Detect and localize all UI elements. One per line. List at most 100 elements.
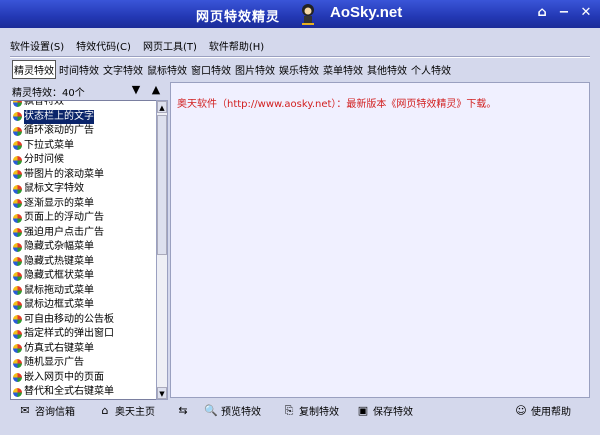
- list-item-label: 鼠标边框式菜单: [24, 299, 94, 310]
- menu-web-tools[interactable]: 网页工具(T): [143, 38, 197, 53]
- effect-ball-icon: [13, 358, 22, 368]
- list-item[interactable]: 强迫用户点击广告: [11, 226, 156, 241]
- menu-bar: 软件设置(S) 特效代码(C) 网页工具(T) 软件帮助(H): [10, 34, 590, 56]
- list-item-label: 指定样式的弹出窗口: [24, 328, 114, 339]
- minimize-button[interactable]: −: [556, 5, 572, 21]
- effect-count: 精灵特效：40个: [12, 88, 85, 99]
- help-icon: ☺: [515, 404, 527, 417]
- tab-bar: 精灵特效 时间特效 文字特效 鼠标特效 窗口特效 图片特效 娱乐特效 菜单特效 …: [12, 59, 454, 79]
- brand-logo: AoSky.net: [330, 4, 403, 21]
- effect-ball-icon: [13, 101, 22, 107]
- effect-ball-icon: [13, 257, 22, 267]
- effect-list[interactable]: 飘香特效状态栏上的文字 循环滚动的广告 下拉式菜单 分时问候带图片的滚动菜单 鼠标文字特…: [10, 100, 157, 400]
- effect-ball-icon: [13, 271, 22, 281]
- list-item-label: 嵌入网页中的页面: [24, 371, 104, 383]
- tab-menu-effects[interactable]: 菜单特效: [322, 61, 364, 78]
- save-button[interactable]: ▣ 保存特效: [356, 403, 413, 418]
- list-item[interactable]: 鼠标边框式菜单: [11, 298, 156, 313]
- list-item-label: 鼠标文字特效: [24, 183, 84, 194]
- menu-settings[interactable]: 软件设置(S): [10, 38, 64, 53]
- tab-time-effects[interactable]: 时间特效: [58, 61, 100, 78]
- scroll-up-button[interactable]: ▲: [157, 101, 167, 113]
- list-item-label: 随机显示广告: [24, 357, 84, 368]
- arrow-down-icon[interactable]: ▼: [130, 84, 142, 96]
- list-item[interactable]: 隐藏式杂幅菜单: [11, 240, 156, 255]
- list-item[interactable]: 隐藏式框状菜单: [11, 269, 156, 284]
- help-button[interactable]: ☺ 使用帮助: [514, 403, 571, 418]
- effect-ball-icon: [13, 315, 22, 325]
- list-item[interactable]: 页面上的浮动广告: [11, 211, 156, 226]
- list-item-label: 分时问候: [24, 154, 64, 165]
- list-item-label: 飘香特效: [24, 100, 64, 107]
- effect-ball-icon: [13, 112, 22, 122]
- list-item[interactable]: 状态栏上的文字: [11, 109, 156, 124]
- list-item[interactable]: 带图片的滚动菜单: [11, 168, 156, 183]
- effect-ball-icon: [13, 300, 22, 310]
- window-title: 网页特效精灵: [196, 10, 281, 25]
- preview-icon: 🔍: [204, 404, 218, 417]
- title-bar: 网页特效精灵 AoSky.net ⌂ − ✕: [0, 0, 600, 28]
- effect-ball-icon: [13, 286, 22, 296]
- toggle-panel-button[interactable]: ⇆: [176, 403, 190, 417]
- tab-personal-effects[interactable]: 个人特效: [410, 61, 452, 78]
- arrow-up-icon[interactable]: ▲: [150, 84, 162, 96]
- preview-label: 预览特效: [221, 407, 261, 418]
- list-item-label: 状态栏上的文字: [24, 109, 94, 124]
- tab-fun-effects[interactable]: 娱乐特效: [278, 61, 320, 78]
- list-item[interactable]: 替代和全式右键菜单: [11, 385, 156, 399]
- list-item[interactable]: 仿真式右键菜单: [11, 342, 156, 357]
- effect-ball-icon: [13, 329, 22, 339]
- list-item-label: 仿真式右键菜单: [24, 342, 94, 354]
- list-item-label: 页面上的浮动广告: [24, 212, 104, 223]
- mail-icon: ✉: [20, 404, 30, 417]
- effect-ball-icon: [13, 242, 22, 252]
- menu-effect-code[interactable]: 特效代码(C): [76, 38, 131, 53]
- list-item[interactable]: 指定样式的弹出窗口: [11, 327, 156, 342]
- list-item[interactable]: 可自由移动的公告板: [11, 313, 156, 328]
- list-item[interactable]: 下拉式菜单: [11, 139, 156, 154]
- effect-ball-icon: [13, 155, 22, 165]
- list-item[interactable]: 分时问候: [11, 153, 156, 168]
- home-icon[interactable]: ⌂: [534, 5, 550, 21]
- list-item-label: 逐渐显示的菜单: [24, 197, 94, 209]
- scroll-thumb[interactable]: [157, 115, 167, 255]
- list-item-label: 隐藏式杂幅菜单: [24, 241, 94, 252]
- tab-text-effects[interactable]: 文字特效: [102, 61, 144, 78]
- list-item[interactable]: 循环滚动的广告: [11, 124, 156, 139]
- effect-ball-icon: [13, 170, 22, 180]
- menu-help[interactable]: 软件帮助(H): [209, 38, 264, 53]
- effect-ball-icon: [13, 199, 22, 209]
- tab-sprite-effects[interactable]: 精灵特效: [12, 59, 56, 79]
- content-message: 奥天软件（http://www.aosky.net）：最新版本《网页特效精灵》下…: [177, 99, 497, 110]
- house-icon: ⌂: [101, 404, 109, 417]
- list-item-label: 隐藏式框状菜单: [24, 270, 94, 281]
- list-item-label: 鼠标拖动式菜单: [24, 284, 94, 296]
- list-item[interactable]: 鼠标文字特效: [11, 182, 156, 197]
- tab-other-effects[interactable]: 其他特效: [366, 61, 408, 78]
- list-scrollbar[interactable]: ▲ ▼: [156, 100, 168, 400]
- list-item-label: 可自由移动的公告板: [24, 313, 114, 325]
- list-header: 精灵特效：40个 ▼ ▲: [10, 82, 168, 100]
- effect-ball-icon: [13, 387, 22, 397]
- scroll-down-button[interactable]: ▼: [157, 387, 167, 399]
- tab-mouse-effects[interactable]: 鼠标特效: [146, 61, 188, 78]
- preview-button[interactable]: 🔍 预览特效: [204, 403, 261, 418]
- tab-window-effects[interactable]: 窗口特效: [190, 61, 232, 78]
- list-item[interactable]: 随机显示广告: [11, 356, 156, 371]
- mail-button[interactable]: ✉ 咨询信箱: [18, 403, 75, 418]
- effect-ball-icon: [13, 228, 22, 238]
- preview-area: 奥天软件（http://www.aosky.net）：最新版本《网页特效精灵》下…: [170, 82, 590, 398]
- list-item[interactable]: 鼠标拖动式菜单: [11, 284, 156, 299]
- copy-icon: ⎘: [284, 403, 294, 417]
- tab-image-effects[interactable]: 图片特效: [234, 61, 276, 78]
- bottom-toolbar: ✉ 咨询信箱 ⌂ 奥天主页 ⇆ 🔍 预览特效 ⎘ 复制特效 ▣ 保存特效 ☺ 使…: [10, 400, 590, 422]
- list-item[interactable]: 逐渐显示的菜单: [11, 197, 156, 212]
- mascot-icon: [302, 4, 314, 25]
- close-button[interactable]: ✕: [578, 5, 594, 21]
- homepage-button[interactable]: ⌂ 奥天主页: [98, 403, 156, 418]
- list-item[interactable]: 飘香特效: [11, 100, 156, 110]
- list-item[interactable]: 嵌入网页中的页面: [11, 371, 156, 386]
- list-item[interactable]: 隐藏式热键菜单: [11, 255, 156, 270]
- homepage-label: 奥天主页: [115, 407, 155, 418]
- copy-button[interactable]: ⎘ 复制特效: [282, 403, 339, 419]
